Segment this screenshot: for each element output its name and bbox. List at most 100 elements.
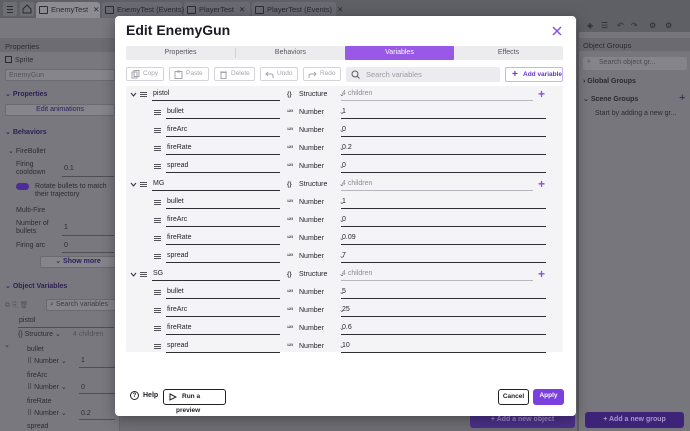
child-value[interactable]: 1 xyxy=(81,357,85,364)
tab-behaviors[interactable]: Behaviors xyxy=(236,46,345,60)
drag-handle-icon[interactable] xyxy=(154,110,161,115)
child-type-select[interactable]: ¹²³ Number ⌄ xyxy=(287,305,345,317)
child-value-field[interactable]: 0.6 xyxy=(341,323,546,335)
child-type[interactable]: ⠿ Number ⌄ xyxy=(27,357,67,365)
child-name-field[interactable]: spread xyxy=(166,341,280,353)
object-variables-header[interactable]: ⌄ Object Variables xyxy=(5,282,67,290)
child-name[interactable]: fireRate xyxy=(27,398,52,405)
close-icon[interactable]: ✕ xyxy=(239,5,245,14)
child-type-select[interactable]: ¹²³ Number ⌄ xyxy=(287,287,345,299)
tab-effects[interactable]: Effects xyxy=(454,46,563,60)
run-preview-button[interactable]: Run a preview xyxy=(163,389,226,414)
child-type-select[interactable]: ¹²³ Number ⌄ xyxy=(287,215,345,227)
groups-search-input[interactable]: ⌕ Search object gr... xyxy=(583,57,687,70)
undo-button[interactable]: Undo xyxy=(260,67,298,81)
drag-handle-icon[interactable] xyxy=(154,146,161,151)
child-value-field[interactable]: 0 xyxy=(341,161,546,173)
undo-icon[interactable]: ↶ xyxy=(617,21,624,30)
add-child-icon[interactable]: + xyxy=(538,267,545,281)
delete-button[interactable]: Delete xyxy=(214,67,255,81)
child-type[interactable]: ⠿ Number ⌄ xyxy=(27,383,67,391)
list-icon[interactable]: ☰ xyxy=(601,21,608,30)
paste-button[interactable]: Paste xyxy=(169,67,209,81)
drag-handle-icon[interactable] xyxy=(140,92,147,97)
child-name-field[interactable]: spread xyxy=(166,251,280,263)
child-name-field[interactable]: fireArc xyxy=(166,305,280,317)
child-type-select[interactable]: ¹²³ Number ⌄ xyxy=(287,251,345,263)
variable-name-field[interactable]: SG xyxy=(152,269,280,281)
child-name-field[interactable]: spread xyxy=(166,161,280,173)
variables-toolbar-icons[interactable]: ⧉ ⎘ 🗑 xyxy=(5,301,28,310)
drag-handle-icon[interactable] xyxy=(154,290,161,295)
tab-enemytest[interactable]: EnemyTest ✕ xyxy=(36,2,100,18)
tab-properties[interactable]: Properties xyxy=(126,46,235,60)
child-value-field[interactable]: 0 xyxy=(341,215,546,227)
settings-icon[interactable]: ⚙ xyxy=(665,21,672,30)
gear-icon[interactable]: ⚙ xyxy=(649,21,656,30)
drag-handle-icon[interactable] xyxy=(154,200,161,205)
object-name-field[interactable]: EnemyGun xyxy=(5,69,115,81)
chevron-down-icon[interactable] xyxy=(130,181,137,188)
apply-button[interactable]: Apply xyxy=(533,389,564,405)
add-child-icon[interactable]: + xyxy=(538,177,545,191)
child-value-field[interactable]: 5 xyxy=(341,287,546,299)
variable-type-select[interactable]: {} Structure ⌄ xyxy=(287,179,345,191)
rotate-toggle[interactable] xyxy=(16,183,29,191)
variable-type[interactable]: {} Structure ⌄ xyxy=(18,330,61,338)
variable-name-field[interactable]: MG xyxy=(152,179,280,191)
variable-name-field[interactable]: pistol xyxy=(152,89,280,101)
drag-handle-icon[interactable] xyxy=(154,236,161,241)
drag-handle-icon[interactable] xyxy=(140,182,147,187)
child-value-field[interactable]: 0.2 xyxy=(341,143,546,155)
add-icon[interactable]: + xyxy=(679,92,685,104)
child-type-select[interactable]: ¹²³ Number ⌄ xyxy=(287,125,345,137)
child-value-field[interactable]: 7 xyxy=(341,251,546,263)
variable-type-select[interactable]: {} Structure ⌄ xyxy=(287,269,345,281)
chevron-down-icon[interactable] xyxy=(130,91,137,98)
child-value-field[interactable]: 0.09 xyxy=(341,233,546,245)
home-icon[interactable] xyxy=(20,2,34,16)
child-name-field[interactable]: fireRate xyxy=(166,143,280,155)
child-type-select[interactable]: ¹²³ Number ⌄ xyxy=(287,161,345,173)
child-type-select[interactable]: ¹²³ Number ⌄ xyxy=(287,197,345,209)
child-value[interactable]: 0.2 xyxy=(81,410,91,417)
redo-icon[interactable]: ↷ xyxy=(631,21,638,30)
child-name-field[interactable]: fireArc xyxy=(166,215,280,227)
drag-handle-icon[interactable] xyxy=(154,164,161,169)
add-child-icon[interactable]: + xyxy=(538,87,545,101)
child-value-field[interactable]: 1 xyxy=(341,197,546,209)
add-variable-button[interactable]: + Add variable xyxy=(505,67,563,82)
child-value[interactable]: 0 xyxy=(81,384,85,391)
child-name-field[interactable]: fireRate xyxy=(166,323,280,335)
menu-icon[interactable] xyxy=(3,2,17,16)
layers-icon[interactable]: ◈ xyxy=(587,21,593,30)
chevron-down-icon[interactable]: ⌄ xyxy=(4,341,10,349)
drag-handle-icon[interactable] xyxy=(154,326,161,331)
toggle-switch[interactable] xyxy=(16,183,29,190)
number-bullets-value[interactable]: 1 xyxy=(64,224,68,231)
scene-groups-header[interactable]: ⌄ Scene Groups xyxy=(583,95,638,103)
drag-handle-icon[interactable] xyxy=(154,308,161,313)
properties-section-header[interactable]: ⌄ Properties xyxy=(5,90,47,98)
child-type[interactable]: ⠿ Number ⌄ xyxy=(27,409,67,417)
cancel-button[interactable]: Cancel xyxy=(498,389,529,405)
behaviors-section-header[interactable]: ⌄ Behaviors xyxy=(5,128,47,136)
drag-handle-icon[interactable] xyxy=(154,344,161,349)
help-button[interactable]: ? Help xyxy=(130,391,158,400)
show-more-button[interactable]: ⌄ Show more xyxy=(40,256,116,268)
drag-handle-icon[interactable] xyxy=(154,218,161,223)
add-group-button[interactable]: + Add a new group xyxy=(585,412,684,428)
child-type-select[interactable]: ¹²³ Number ⌄ xyxy=(287,341,345,353)
child-value-field[interactable]: 1 xyxy=(341,107,546,119)
child-type-select[interactable]: ¹²³ Number ⌄ xyxy=(287,143,345,155)
child-name[interactable]: fireArc xyxy=(27,372,47,379)
variable-name[interactable]: pistol xyxy=(19,317,35,324)
child-name-field[interactable]: bullet xyxy=(166,197,280,209)
child-name-field[interactable]: fireRate xyxy=(166,233,280,245)
child-value-field[interactable]: 25 xyxy=(341,305,546,317)
child-type-select[interactable]: ¹²³ Number ⌄ xyxy=(287,233,345,245)
drag-handle-icon[interactable] xyxy=(140,272,147,277)
close-icon[interactable]: ✕ xyxy=(93,5,99,14)
child-name-field[interactable]: bullet xyxy=(166,107,280,119)
edit-animations-button[interactable]: Edit animations xyxy=(5,104,115,116)
